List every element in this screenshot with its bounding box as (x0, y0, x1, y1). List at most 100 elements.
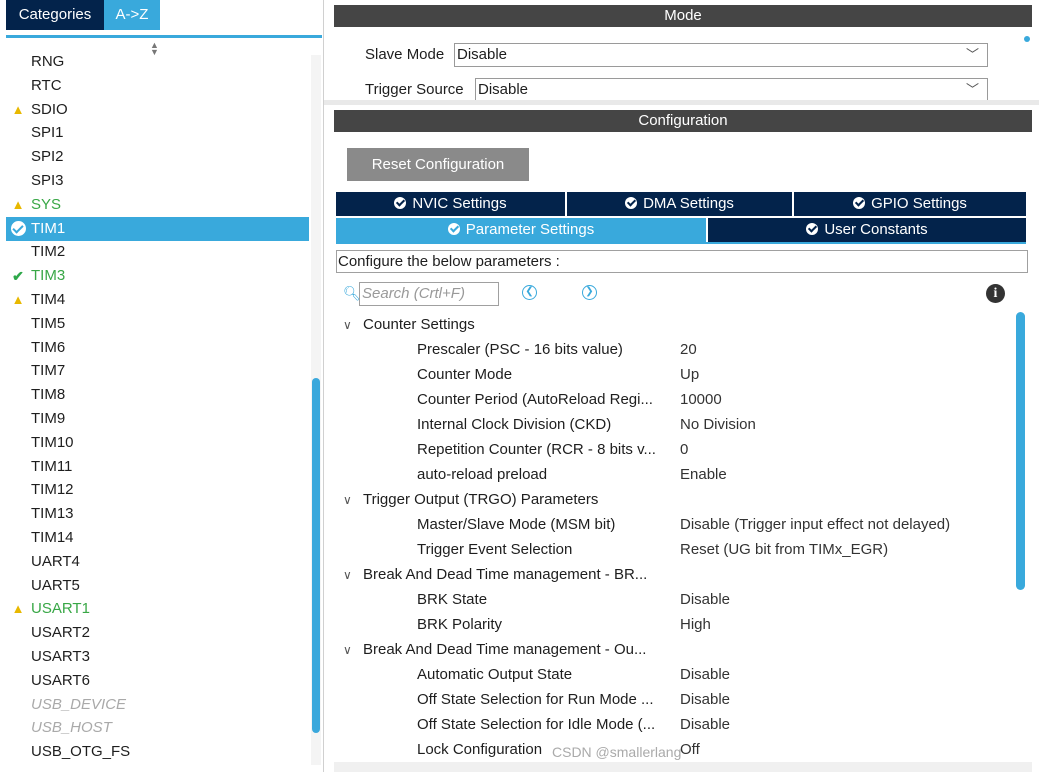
slave-mode-select[interactable]: Disable ﹀ (454, 43, 988, 67)
list-item-label: TIM5 (31, 315, 66, 332)
list-item-label: USB_HOST (31, 719, 112, 736)
left-scrollbar-thumb[interactable] (312, 378, 320, 733)
list-item-sys[interactable]: ▲ SYS (6, 193, 309, 217)
search-input[interactable]: Search (Crtl+F) (359, 282, 499, 306)
tab-gpio-settings[interactable]: GPIO Settings (794, 192, 1026, 216)
slave-mode-value: Disable (457, 46, 508, 63)
parameter-value[interactable]: Disable (Trigger input effect not delaye… (680, 512, 950, 537)
list-item-tim5[interactable]: TIM5 (6, 312, 309, 336)
list-item-usart2[interactable]: USART2 (6, 621, 309, 645)
list-item-usart6[interactable]: USART6 (6, 669, 309, 693)
tab-label: GPIO Settings (871, 195, 967, 212)
list-item-tim12[interactable]: TIM12 (6, 478, 309, 502)
parameter-group[interactable]: ∨ Counter Settings (343, 312, 475, 337)
info-icon[interactable]: i (986, 284, 1005, 303)
list-item-tim11[interactable]: TIM11 (6, 455, 309, 479)
list-item-sdio[interactable]: ▲ SDIO (6, 98, 309, 122)
parameter-value[interactable]: 20 (680, 337, 697, 362)
list-item-usb-device[interactable]: USB_DEVICE (6, 693, 309, 717)
tab-dma-settings[interactable]: DMA Settings (567, 192, 792, 216)
list-item-label: TIM9 (31, 410, 66, 427)
list-item-rng[interactable]: RNG (6, 50, 309, 74)
list-item-tim3[interactable]: ✔ TIM3 (6, 264, 309, 288)
horizontal-scrollbar[interactable] (334, 762, 1032, 772)
list-item-uart5[interactable]: UART5 (6, 574, 309, 598)
list-item-spi1[interactable]: SPI1 (6, 121, 309, 145)
parameter-name[interactable]: auto-reload preload (417, 462, 547, 487)
list-item-tim8[interactable]: TIM8 (6, 383, 309, 407)
reset-configuration-button[interactable]: Reset Configuration (347, 148, 529, 181)
parameter-name[interactable]: Counter Period (AutoReload Regi... (417, 387, 653, 412)
parameter-value[interactable]: Off (680, 737, 700, 762)
check-circle-icon (394, 197, 407, 209)
parameter-value[interactable]: Up (680, 362, 699, 387)
parameter-name[interactable]: Master/Slave Mode (MSM bit) (417, 512, 615, 537)
parameter-scrollbar[interactable] (1016, 312, 1025, 590)
list-item-tim7[interactable]: TIM7 (6, 359, 309, 383)
parameter-value[interactable]: Disable (680, 587, 730, 612)
parameter-group[interactable]: ∨ Break And Dead Time management - Ou... (343, 637, 646, 662)
chevron-down-icon[interactable]: ∨ (343, 313, 363, 338)
parameter-name[interactable]: Trigger Event Selection (417, 537, 572, 562)
previous-arrow-icon[interactable]: ❮ (522, 285, 537, 300)
tab-user-constants[interactable]: User Constants (708, 218, 1026, 242)
list-item-usart3[interactable]: USART3 (6, 645, 309, 669)
parameter-name[interactable]: Counter Mode (417, 362, 512, 387)
parameter-value[interactable]: Disable (680, 687, 730, 712)
parameter-value[interactable]: 10000 (680, 387, 722, 412)
chevron-down-icon[interactable]: ∨ (343, 638, 363, 663)
list-item-tim13[interactable]: TIM13 (6, 502, 309, 526)
parameter-name[interactable]: Off State Selection for Idle Mode (... (417, 712, 655, 737)
parameter-tree: ∨ Counter Settings Prescaler (PSC - 16 bit… (336, 312, 1016, 772)
tab-a-to-z[interactable]: A->Z (104, 0, 160, 30)
peripheral-list: RNG RTC ▲ SDIO SPI1 SPI2 SPI3 ▲ SYS TIM1 TIM2 ✔ TIM3… (6, 50, 309, 772)
list-item-tim2[interactable]: TIM2 (6, 240, 309, 264)
parameter-name[interactable]: Prescaler (PSC - 16 bits value) (417, 337, 623, 362)
parameter-value[interactable]: Enable (680, 462, 727, 487)
parameter-value[interactable]: Disable (680, 662, 730, 687)
list-item-tim4[interactable]: ▲ TIM4 (6, 288, 309, 312)
parameter-value[interactable]: Disable (680, 712, 730, 737)
section-divider[interactable] (324, 100, 1039, 105)
parameter-name[interactable]: Repetition Counter (RCR - 8 bits v... (417, 437, 656, 462)
tab-categories[interactable]: Categories (6, 0, 104, 30)
group-label: Trigger Output (TRGO) Parameters (363, 491, 599, 508)
right-panel: Mode Slave Mode Disable ﹀ Trigger Source… (324, 0, 1039, 772)
list-item-rtc[interactable]: RTC (6, 74, 309, 98)
list-item-usart1[interactable]: ▲ USART1 (6, 597, 309, 621)
parameter-value[interactable]: Reset (UG bit from TIMx_EGR) (680, 537, 888, 562)
chevron-down-icon: ﹀ (965, 47, 979, 62)
group-label: Counter Settings (363, 316, 475, 333)
list-item-spi3[interactable]: SPI3 (6, 169, 309, 193)
list-item-tim6[interactable]: TIM6 (6, 336, 309, 360)
check-icon: ✔ (12, 268, 24, 284)
parameter-value[interactable]: High (680, 612, 711, 637)
list-item-usb-otg-fs[interactable]: USB_OTG_FS (6, 740, 309, 764)
list-item-uart4[interactable]: UART4 (6, 550, 309, 574)
list-item-tim1[interactable]: TIM1 (6, 217, 309, 241)
parameter-name[interactable]: Off State Selection for Run Mode ... (417, 687, 654, 712)
parameter-name[interactable]: Automatic Output State (417, 662, 572, 687)
parameter-value[interactable]: 0 (680, 437, 688, 462)
next-arrow-icon[interactable]: ❯ (582, 285, 597, 300)
list-item-label: SPI1 (31, 124, 64, 141)
parameter-name[interactable]: Lock Configuration (417, 737, 542, 762)
list-item-tim10[interactable]: TIM10 (6, 431, 309, 455)
list-item-tim14[interactable]: TIM14 (6, 526, 309, 550)
chevron-down-icon[interactable]: ∨ (343, 488, 363, 513)
tab-nvic-settings[interactable]: NVIC Settings (336, 192, 565, 216)
tab-parameter-settings[interactable]: Parameter Settings (336, 218, 706, 242)
chevron-down-icon[interactable]: ∨ (343, 563, 363, 588)
parameter-name[interactable]: BRK State (417, 587, 487, 612)
warning-icon: ▲ (11, 601, 25, 616)
parameter-group[interactable]: ∨ Break And Dead Time management - BR... (343, 562, 647, 587)
list-item-tim9[interactable]: TIM9 (6, 407, 309, 431)
list-item-spi2[interactable]: SPI2 (6, 145, 309, 169)
parameter-group[interactable]: ∨ Trigger Output (TRGO) Parameters (343, 487, 598, 512)
mode-scrollbar[interactable] (1024, 36, 1030, 42)
parameter-value[interactable]: No Division (680, 412, 756, 437)
parameter-name[interactable]: BRK Polarity (417, 612, 502, 637)
parameter-name[interactable]: Internal Clock Division (CKD) (417, 412, 611, 437)
trigger-source-select[interactable]: Disable ﹀ (475, 78, 988, 102)
list-item-usb-host[interactable]: USB_HOST (6, 716, 309, 740)
